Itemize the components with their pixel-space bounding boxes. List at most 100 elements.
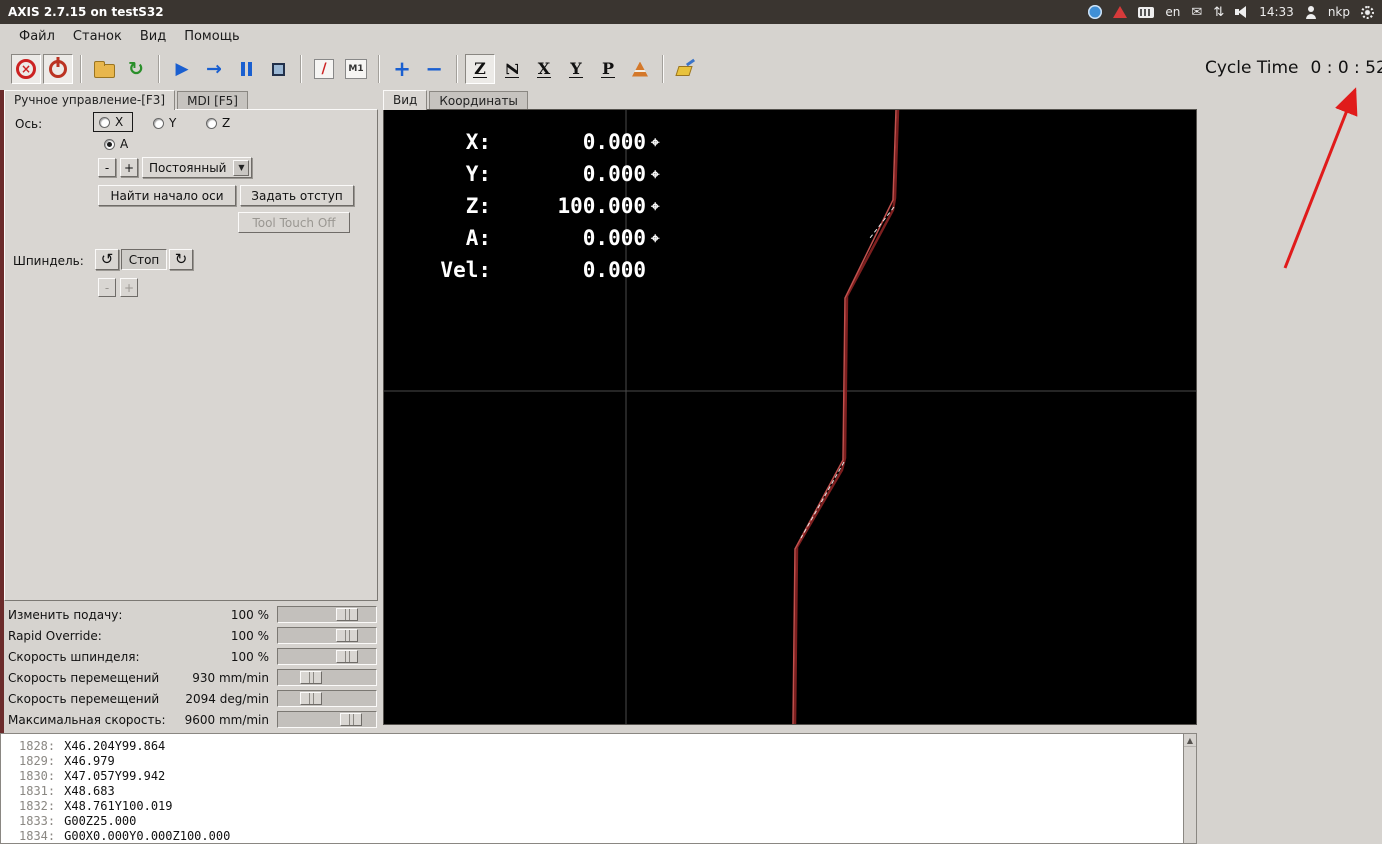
- skip-lines-toggle[interactable]: /: [309, 54, 339, 84]
- gcode-listing[interactable]: 1828: X46.204Y99.864 1829: X46.979 1830: X4…: [0, 733, 1197, 844]
- rapid-override-row: Rapid Override: 100 %: [0, 625, 378, 646]
- gcode-scrollbar[interactable]: ▲: [1183, 733, 1197, 844]
- gcode-line[interactable]: 1831: X48.683: [19, 784, 1196, 799]
- dro-a-label: A:: [465, 226, 491, 250]
- optional-pause-toggle[interactable]: M1: [341, 54, 371, 84]
- jog-minus-button[interactable]: -: [98, 158, 116, 177]
- zoom-in-button[interactable]: +: [387, 54, 417, 84]
- volume-icon[interactable]: [1235, 6, 1248, 18]
- override-sliders: Изменить подачу: 100 % Rapid Override: 1…: [0, 604, 378, 730]
- gcode-line[interactable]: 1828: X46.204Y99.864: [19, 739, 1196, 754]
- slider-handle[interactable]: [336, 608, 358, 621]
- step-button[interactable]: →: [199, 54, 229, 84]
- tab-dro[interactable]: Координаты: [429, 91, 528, 110]
- gcode-line-text: G00X0.000Y0.000Z100.000: [64, 829, 231, 843]
- zoom-out-button[interactable]: −: [419, 54, 449, 84]
- jog-speed-slider[interactable]: [277, 669, 377, 686]
- radio-circle-icon: [104, 138, 115, 150]
- slider-handle[interactable]: [340, 713, 362, 726]
- estop-button[interactable]: ×: [11, 54, 41, 84]
- slider-handle[interactable]: [336, 629, 358, 642]
- clear-plot-button[interactable]: [671, 54, 701, 84]
- spindle-label: Шпиндель:: [13, 254, 84, 268]
- mail-icon[interactable]: ✉: [1191, 5, 1202, 20]
- gcode-line[interactable]: 1834: G00X0.000Y0.000Z100.000: [19, 829, 1196, 843]
- jog-plus-button[interactable]: +: [120, 158, 138, 177]
- menu-file[interactable]: Файл: [10, 27, 64, 46]
- menu-help[interactable]: Помощь: [175, 27, 248, 46]
- gcode-line[interactable]: 1829: X46.979: [19, 754, 1196, 769]
- gcode-line-text: X48.761Y100.019: [64, 799, 173, 813]
- spindle-override-slider[interactable]: [277, 648, 377, 665]
- zoom-out-icon: −: [425, 56, 443, 81]
- warning-icon[interactable]: [1113, 6, 1128, 18]
- axis-radio-z[interactable]: Z: [206, 116, 230, 130]
- tab-manual-control[interactable]: Ручное управление-[F3]: [4, 90, 176, 110]
- keyboard-layout-label[interactable]: en: [1165, 5, 1180, 19]
- axis-a-label: A: [120, 137, 129, 151]
- spindle-cw-button[interactable]: ↻: [169, 249, 193, 270]
- open-file-button[interactable]: [89, 54, 119, 84]
- pause-button[interactable]: [231, 54, 261, 84]
- clock-label[interactable]: 14:33: [1259, 5, 1294, 19]
- view-x-button[interactable]: X: [529, 54, 559, 84]
- dro-readout: X: 0.000 ⌖ Y: 0.000 ⌖ Z: 100.000 ⌖ A: 0.…: [404, 126, 659, 286]
- max-velocity-slider[interactable]: [277, 711, 377, 728]
- menu-machine[interactable]: Станок: [64, 27, 131, 46]
- toolbar-separator: [456, 55, 458, 83]
- play-icon: ▶: [175, 58, 189, 79]
- axis-radio-y[interactable]: Y: [153, 116, 176, 130]
- menu-view[interactable]: Вид: [131, 27, 175, 46]
- machine-power-button[interactable]: [43, 54, 73, 84]
- user-label[interactable]: nkp: [1328, 5, 1350, 19]
- homed-icon: ⌖: [651, 197, 660, 215]
- view-perspective-button[interactable]: P: [593, 54, 623, 84]
- spindle-ccw-button[interactable]: ↺: [95, 249, 119, 270]
- toolbar-separator: [662, 55, 664, 83]
- dro-x-value: 0.000: [582, 130, 646, 154]
- reload-file-button[interactable]: ↻: [121, 54, 151, 84]
- axis-radio-x[interactable]: X: [93, 112, 134, 132]
- toolbar-separator: [158, 55, 160, 83]
- preview-canvas[interactable]: X: 0.000 ⌖ Y: 0.000 ⌖ Z: 100.000 ⌖ A: 0.…: [383, 109, 1197, 725]
- slider-handle[interactable]: [300, 692, 322, 705]
- home-axis-button[interactable]: Найти начало оси: [98, 185, 236, 206]
- slider-handle[interactable]: [336, 650, 358, 663]
- run-program-button[interactable]: ▶: [167, 54, 197, 84]
- stop-button[interactable]: [263, 54, 293, 84]
- scroll-up-arrow-icon[interactable]: ▲: [1184, 734, 1196, 747]
- view-z-rotated-button[interactable]: Z: [497, 54, 527, 84]
- view-z-button[interactable]: Z: [465, 54, 495, 84]
- feed-override-slider[interactable]: [277, 606, 377, 623]
- jog-speed-value: 930 mm/min: [192, 670, 269, 685]
- view-y-button[interactable]: Y: [561, 54, 591, 84]
- dro-y-value: 0.000: [582, 162, 646, 186]
- network-icon[interactable]: [1088, 5, 1103, 19]
- gcode-line[interactable]: 1830: X47.057Y99.942: [19, 769, 1196, 784]
- radio-circle-icon: [99, 116, 110, 128]
- tab-preview[interactable]: Вид: [383, 90, 428, 110]
- gcode-line[interactable]: 1832: X48.761Y100.019: [19, 799, 1196, 814]
- spindle-stop-button[interactable]: Стоп: [121, 249, 167, 270]
- sync-arrows-icon[interactable]: ⇅: [1213, 5, 1224, 20]
- session-gear-icon[interactable]: [1361, 5, 1374, 19]
- gcode-line[interactable]: 1833: G00Z25.000: [19, 814, 1196, 829]
- toolbar-separator: [378, 55, 380, 83]
- view-x-icon: X: [536, 58, 552, 79]
- rapid-override-slider[interactable]: [277, 627, 377, 644]
- axis-y-label: Y: [169, 116, 177, 130]
- gcode-line-text: G00Z25.000: [64, 814, 137, 828]
- keyboard-icon[interactable]: [1138, 6, 1155, 18]
- axis-radio-a[interactable]: A: [104, 137, 128, 151]
- tool-cone-button[interactable]: [625, 54, 655, 84]
- axis-x-label: X: [115, 115, 124, 129]
- max-velocity-row: Максимальная скорость: 9600 mm/min: [0, 709, 378, 730]
- user-icon[interactable]: [1305, 5, 1317, 19]
- slider-handle[interactable]: [300, 671, 322, 684]
- dro-y-label: Y:: [465, 162, 491, 186]
- jog-speed-row: Скорость перемещений 930 mm/min: [0, 667, 378, 688]
- set-offset-button[interactable]: Задать отступ: [240, 185, 354, 206]
- jog-increment-dropdown[interactable]: Постоянный ▼: [142, 157, 253, 178]
- angular-jog-speed-slider[interactable]: [277, 690, 377, 707]
- tab-mdi[interactable]: MDI [F5]: [177, 91, 248, 110]
